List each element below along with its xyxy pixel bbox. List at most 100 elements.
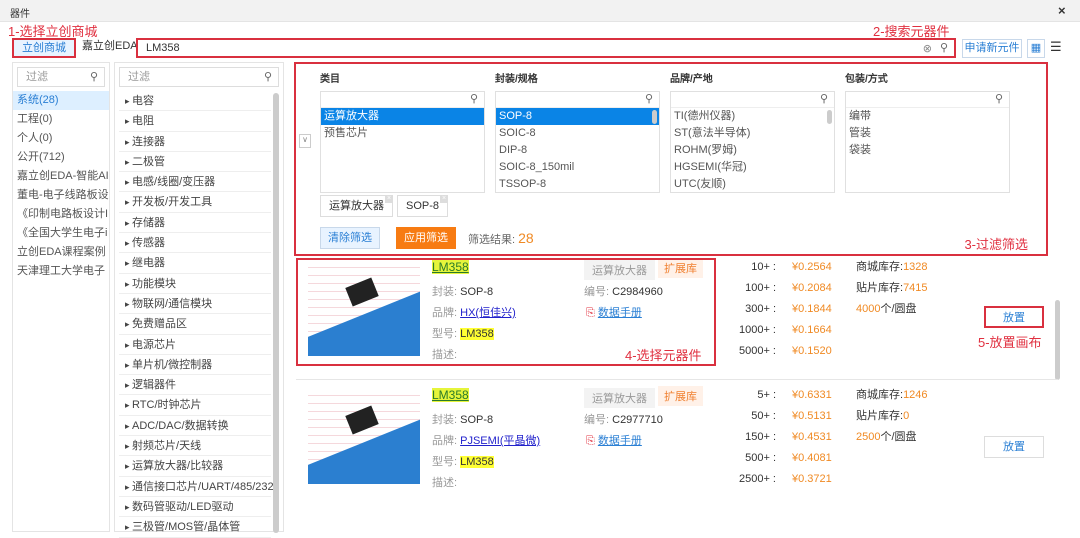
filter-option[interactable]: SOIC-8_150mil bbox=[496, 159, 659, 176]
tab-jlc-eda[interactable]: 嘉立创EDA bbox=[74, 38, 146, 58]
reel-quantity: 4000个/圆盘 bbox=[856, 300, 917, 320]
library-filter-input[interactable]: 过滤 ⚲ bbox=[17, 67, 105, 87]
filter-option[interactable]: TI(德州仪器) bbox=[671, 108, 834, 125]
filter-column: 类目 ⚲ 运算放大器 预售芯片 bbox=[320, 70, 485, 193]
category-item[interactable]: RTC/时钟芯片 bbox=[119, 395, 271, 416]
price-value: ¥0.1520 bbox=[792, 345, 832, 357]
library-item[interactable]: 嘉立创EDA-智能AI bbox=[13, 167, 109, 186]
result-count: 28 bbox=[518, 230, 534, 246]
filter-option[interactable]: ROHM(罗姆) bbox=[671, 142, 834, 159]
library-item[interactable]: 《全国大学生电子i bbox=[13, 224, 109, 243]
search-input[interactable]: LM358 ⊗ ⚲ bbox=[136, 38, 956, 58]
category-item[interactable]: 开发板/开发工具 bbox=[119, 192, 271, 213]
filter-option[interactable]: 管装 bbox=[846, 125, 1009, 142]
remove-chip-icon[interactable]: × bbox=[440, 195, 449, 203]
category-item[interactable]: 三极管/MOS管/晶体管 bbox=[119, 517, 271, 538]
apply-filter-button[interactable]: 应用筛选 bbox=[396, 227, 456, 249]
price-tier: 500+ : bbox=[745, 452, 776, 464]
filter-option[interactable]: 编带 bbox=[846, 108, 1009, 125]
reel-unit: 个/圆盘 bbox=[880, 303, 917, 315]
clear-filter-button[interactable]: 清除筛选 bbox=[320, 227, 380, 249]
attribute-label: 型号: bbox=[432, 456, 458, 468]
search-icon[interactable]: ⚲ bbox=[496, 92, 659, 108]
filter-chip: SOP-8 × bbox=[397, 195, 449, 217]
filter-option[interactable]: UTC(友顺) bbox=[671, 176, 834, 193]
attribute-value[interactable]: PJSEMI(平晶微) bbox=[460, 435, 540, 447]
library-item[interactable]: 系统(28) bbox=[13, 91, 109, 110]
remove-chip-icon[interactable]: × bbox=[385, 195, 393, 203]
price-value: ¥0.1664 bbox=[792, 324, 832, 336]
category-item[interactable]: 电容 bbox=[119, 91, 271, 112]
filter-option[interactable]: DIP-8 bbox=[496, 142, 659, 159]
scrollbar[interactable] bbox=[273, 93, 279, 533]
placeholder: 过滤 bbox=[128, 71, 150, 83]
place-button[interactable]: 放置 bbox=[984, 306, 1044, 328]
search-icon[interactable]: ⚲ bbox=[321, 92, 484, 108]
clear-icon[interactable]: ⊗ bbox=[923, 41, 932, 57]
category-item[interactable]: 电感/线圈/变压器 bbox=[119, 172, 271, 193]
annotation-4: 4-选择元器件 bbox=[625, 348, 702, 363]
tab-lcsc-mall[interactable]: 立创商城 bbox=[12, 38, 76, 58]
title-bar: 器件 × bbox=[0, 0, 1080, 22]
category-item[interactable]: 功能模块 bbox=[119, 274, 271, 294]
category-item[interactable]: 电阻 bbox=[119, 111, 271, 132]
search-icon[interactable]: ⚲ bbox=[846, 92, 1009, 108]
filter-option[interactable]: HGSEMI(华冠) bbox=[671, 159, 834, 176]
datasheet-label[interactable]: 数据手册 bbox=[598, 435, 642, 447]
reel-quantity: 2500个/圆盘 bbox=[856, 428, 917, 448]
list-view-icon[interactable]: ☰ bbox=[1050, 39, 1062, 55]
product-code: C2977710 bbox=[612, 414, 663, 426]
filter-column: 品牌/产地 ⚲ TI(德州仪器) ST(意法半导体) ROHM(罗姆) HGSEMI(华冠… bbox=[670, 70, 835, 193]
attribute-row: 型号: LM358 bbox=[432, 453, 494, 469]
category-item[interactable]: ADC/DAC/数据转换 bbox=[119, 416, 271, 437]
library-list: 系统(28) 工程(0) 个人(0) 公开(712) 嘉立创EDA-智能AI 董电-电子线… bbox=[13, 91, 109, 281]
filter-option[interactable]: 预售芯片 bbox=[321, 125, 484, 142]
search-icon[interactable]: ⚲ bbox=[671, 92, 834, 108]
category-item[interactable]: 单片机/微控制器 bbox=[119, 355, 271, 376]
filter-option[interactable]: 袋装 bbox=[846, 142, 1009, 159]
library-item[interactable]: 公开(712) bbox=[13, 148, 109, 167]
expand-chevron-icon[interactable]: ∨ bbox=[299, 134, 311, 148]
category-item[interactable]: 逻辑器件 bbox=[119, 375, 271, 396]
category-item[interactable]: 免费赠品区 bbox=[119, 314, 271, 335]
product-name-link[interactable]: LM358 bbox=[432, 388, 469, 402]
apply-new-component-button[interactable]: 申请新元件 bbox=[962, 39, 1022, 58]
category-item[interactable]: 存储器 bbox=[119, 213, 271, 234]
filter-option[interactable]: ST(意法半导体) bbox=[671, 125, 834, 142]
mall-stock: 商城库存:1328 bbox=[856, 258, 928, 278]
grid-view-icon[interactable]: ▦ bbox=[1027, 39, 1045, 58]
category-item[interactable]: 二极管 bbox=[119, 152, 271, 173]
filter-option[interactable]: 运算放大器 bbox=[321, 108, 484, 125]
library-item[interactable]: 天津理工大学电子 bbox=[13, 262, 109, 281]
category-item[interactable]: 电源芯片 bbox=[119, 335, 271, 355]
library-item[interactable]: 工程(0) bbox=[13, 110, 109, 129]
place-button[interactable]: 放置 bbox=[984, 436, 1044, 458]
library-item[interactable]: 董电-电子线路板设 bbox=[13, 186, 109, 205]
category-item[interactable]: 数码管驱动/LED驱动 bbox=[119, 497, 271, 518]
library-item[interactable]: 立创EDA课程案例 bbox=[13, 243, 109, 262]
code-row: 编号: C2977710 bbox=[584, 411, 663, 427]
datasheet-link[interactable]: ⎘ 数据手册 bbox=[586, 432, 642, 448]
scrollbar[interactable] bbox=[652, 110, 657, 124]
search-value[interactable]: LM358 bbox=[146, 42, 180, 54]
library-item[interactable]: 个人(0) bbox=[13, 129, 109, 148]
filter-option-list: ⚲ 编带 管装 袋装 bbox=[845, 91, 1010, 193]
filter-option[interactable]: SOP-8 bbox=[496, 108, 659, 125]
category-item[interactable]: 传感器 bbox=[119, 233, 271, 254]
search-icon[interactable]: ⚲ bbox=[940, 40, 948, 56]
category-item[interactable]: 继电器 bbox=[119, 253, 271, 274]
filter-option[interactable]: TSSOP-8 bbox=[496, 176, 659, 193]
filter-option[interactable]: SOIC-8 bbox=[496, 125, 659, 142]
price-value: ¥0.6331 bbox=[792, 389, 832, 401]
price-tier: 300+ : bbox=[745, 303, 776, 315]
scrollbar[interactable] bbox=[827, 110, 832, 124]
category-item[interactable]: 运算放大器/比较器 bbox=[119, 456, 271, 477]
category-item[interactable]: 射频芯片/天线 bbox=[119, 436, 271, 457]
category-item[interactable]: 连接器 bbox=[119, 132, 271, 152]
product-card[interactable]: LM358 运算放大器 扩展库 封装: SOP-8 品牌: PJSEMI(平晶微) 型号:… bbox=[296, 386, 1058, 508]
library-item[interactable]: 《印制电路板设计I bbox=[13, 205, 109, 224]
category-filter-input[interactable]: 过滤 ⚲ bbox=[119, 67, 279, 87]
close-icon[interactable]: × bbox=[1058, 3, 1066, 18]
category-item[interactable]: 物联网/通信模块 bbox=[119, 294, 271, 315]
category-item[interactable]: 通信接口芯片/UART/485/232 bbox=[119, 477, 274, 497]
